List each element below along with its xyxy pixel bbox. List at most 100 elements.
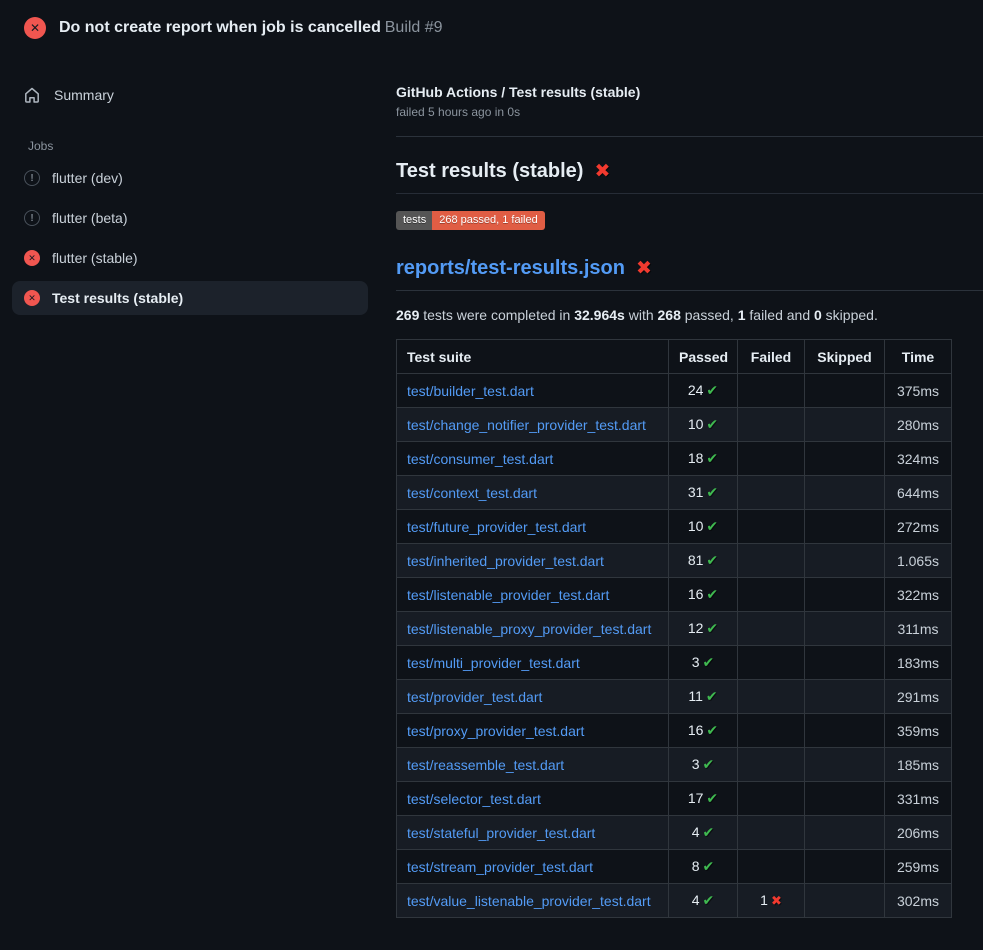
cell-test-suite: test/stream_provider_test.dart <box>397 850 669 884</box>
cell-skipped <box>805 612 885 646</box>
test-suite-link[interactable]: test/listenable_proxy_provider_test.dart <box>407 621 651 637</box>
cell-passed: 18✔ <box>669 442 738 476</box>
cell-failed <box>738 714 805 748</box>
test-results-table: Test suite Passed Failed Skipped Time te… <box>396 339 952 918</box>
cell-test-suite: test/stateful_provider_test.dart <box>397 816 669 850</box>
workflow-breadcrumb: GitHub Actions / Test results (stable) <box>396 84 983 100</box>
cell-time: 324ms <box>885 442 952 476</box>
cell-time: 359ms <box>885 714 952 748</box>
jobs-list: !flutter (dev) !flutter (beta) ✕flutter (s… <box>12 161 368 315</box>
cell-failed <box>738 408 805 442</box>
test-suite-link[interactable]: test/proxy_provider_test.dart <box>407 723 584 739</box>
summary-segment: 268 <box>658 307 681 323</box>
sidebar-item-job-2[interactable]: ✕flutter (stable) <box>12 241 368 275</box>
test-suite-link[interactable]: test/provider_test.dart <box>407 689 542 705</box>
cell-time: 375ms <box>885 374 952 408</box>
check-icon: ✔ <box>703 892 715 908</box>
summary-segment: 32.964s <box>574 307 625 323</box>
summary-segment: 269 <box>396 307 419 323</box>
table-row: test/reassemble_test.dart3✔185ms <box>397 748 952 782</box>
test-suite-link[interactable]: test/consumer_test.dart <box>407 451 553 467</box>
test-suite-link[interactable]: test/future_provider_test.dart <box>407 519 586 535</box>
divider <box>396 136 983 137</box>
cell-skipped <box>805 816 885 850</box>
check-icon: ✔ <box>703 756 715 772</box>
passed-count: 16 <box>688 586 704 602</box>
run-build-number: Build #9 <box>385 19 443 36</box>
cell-failed <box>738 578 805 612</box>
test-suite-link[interactable]: test/stream_provider_test.dart <box>407 859 593 875</box>
red-cross-icon: ✖ <box>636 259 652 278</box>
test-suite-link[interactable]: test/inherited_provider_test.dart <box>407 553 604 569</box>
cell-failed <box>738 374 805 408</box>
cell-passed: 8✔ <box>669 850 738 884</box>
cell-failed <box>738 680 805 714</box>
cell-passed: 4✔ <box>669 884 738 918</box>
cell-test-suite: test/consumer_test.dart <box>397 442 669 476</box>
cell-skipped <box>805 510 885 544</box>
test-suite-link[interactable]: test/stateful_provider_test.dart <box>407 825 595 841</box>
cell-passed: 10✔ <box>669 408 738 442</box>
run-header: ✕ Do not create report when job is cance… <box>0 0 983 55</box>
cell-time: 185ms <box>885 748 952 782</box>
cell-time: 280ms <box>885 408 952 442</box>
check-icon: ✔ <box>706 416 718 432</box>
table-header-row: Test suite Passed Failed Skipped Time <box>397 340 952 374</box>
x-circle-icon: ✕ <box>24 250 40 266</box>
test-suite-link[interactable]: test/builder_test.dart <box>407 383 534 399</box>
table-row: test/multi_provider_test.dart3✔183ms <box>397 646 952 680</box>
cell-passed: 31✔ <box>669 476 738 510</box>
cell-time: 183ms <box>885 646 952 680</box>
cell-failed <box>738 510 805 544</box>
cell-test-suite: test/provider_test.dart <box>397 680 669 714</box>
test-suite-link[interactable]: test/change_notifier_provider_test.dart <box>407 417 646 433</box>
cell-skipped <box>805 476 885 510</box>
passed-count: 12 <box>688 620 704 636</box>
table-row: test/inherited_provider_test.dart81✔1.06… <box>397 544 952 578</box>
cell-time: 1.065s <box>885 544 952 578</box>
table-row: test/value_listenable_provider_test.dart… <box>397 884 952 918</box>
sidebar-item-job-0[interactable]: !flutter (dev) <box>12 161 368 195</box>
test-suite-link[interactable]: test/selector_test.dart <box>407 791 541 807</box>
cell-failed <box>738 612 805 646</box>
test-suite-link[interactable]: test/value_listenable_provider_test.dart <box>407 893 651 909</box>
report-file-link[interactable]: reports/test-results.json ✖ <box>396 257 983 291</box>
cell-failed <box>738 782 805 816</box>
table-row: test/future_provider_test.dart10✔272ms <box>397 510 952 544</box>
test-suite-link[interactable]: test/reassemble_test.dart <box>407 757 564 773</box>
test-suite-link[interactable]: test/context_test.dart <box>407 485 537 501</box>
cell-test-suite: test/builder_test.dart <box>397 374 669 408</box>
cell-time: 206ms <box>885 816 952 850</box>
cell-failed <box>738 748 805 782</box>
home-icon <box>24 87 40 103</box>
alert-circle-icon: ! <box>24 210 40 226</box>
summary-segment: with <box>625 307 658 323</box>
check-icon: ✔ <box>703 858 715 874</box>
cell-skipped <box>805 714 885 748</box>
sidebar-item-job-3[interactable]: ✕Test results (stable) <box>12 281 368 315</box>
cell-time: 644ms <box>885 476 952 510</box>
column-header-passed: Passed <box>669 340 738 374</box>
cell-test-suite: test/multi_provider_test.dart <box>397 646 669 680</box>
cell-failed <box>738 476 805 510</box>
cell-skipped <box>805 748 885 782</box>
sidebar-item-job-1[interactable]: !flutter (beta) <box>12 201 368 235</box>
report-file-name: reports/test-results.json <box>396 257 625 280</box>
cell-skipped <box>805 442 885 476</box>
table-row: test/provider_test.dart11✔291ms <box>397 680 952 714</box>
test-suite-link[interactable]: test/listenable_provider_test.dart <box>407 587 609 603</box>
cell-passed: 17✔ <box>669 782 738 816</box>
test-suite-link[interactable]: test/multi_provider_test.dart <box>407 655 580 671</box>
column-header-skipped: Skipped <box>805 340 885 374</box>
red-cross-icon: ✖ <box>594 162 610 181</box>
job-label: Test results (stable) <box>52 290 183 306</box>
section-title: Test results (stable) ✖ <box>396 160 983 194</box>
summary-segment: 1 <box>738 307 746 323</box>
summary-segment: 0 <box>814 307 822 323</box>
column-header-failed: Failed <box>738 340 805 374</box>
passed-count: 10 <box>688 416 704 432</box>
table-row: test/listenable_proxy_provider_test.dart… <box>397 612 952 646</box>
cell-skipped <box>805 680 885 714</box>
alert-circle-icon: ! <box>24 170 40 186</box>
sidebar-item-summary[interactable]: Summary <box>12 79 368 111</box>
